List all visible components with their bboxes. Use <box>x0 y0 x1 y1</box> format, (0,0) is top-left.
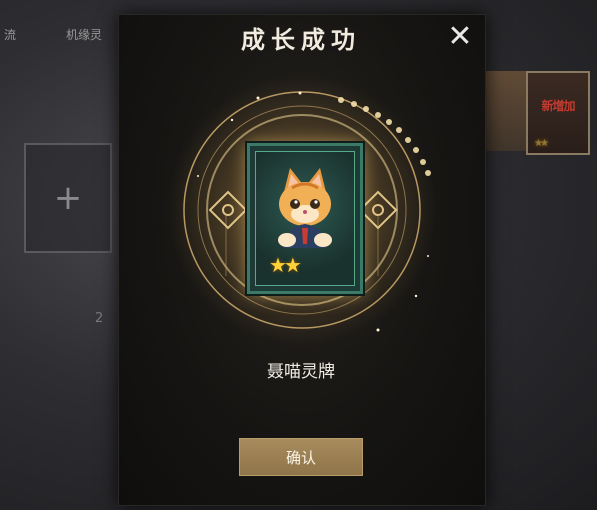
confirm-button[interactable]: 确认 <box>239 438 363 476</box>
card-frame: ★★ <box>255 151 355 286</box>
dialog-title: 成长成功 <box>241 25 361 54</box>
card-stars: ★★ <box>269 253 302 277</box>
close-icon: ✕ <box>447 19 473 54</box>
close-button[interactable]: ✕ <box>445 22 475 52</box>
card-name: 聂喵灵牌 <box>267 362 335 382</box>
card-lingpai: ★★ <box>247 143 363 294</box>
